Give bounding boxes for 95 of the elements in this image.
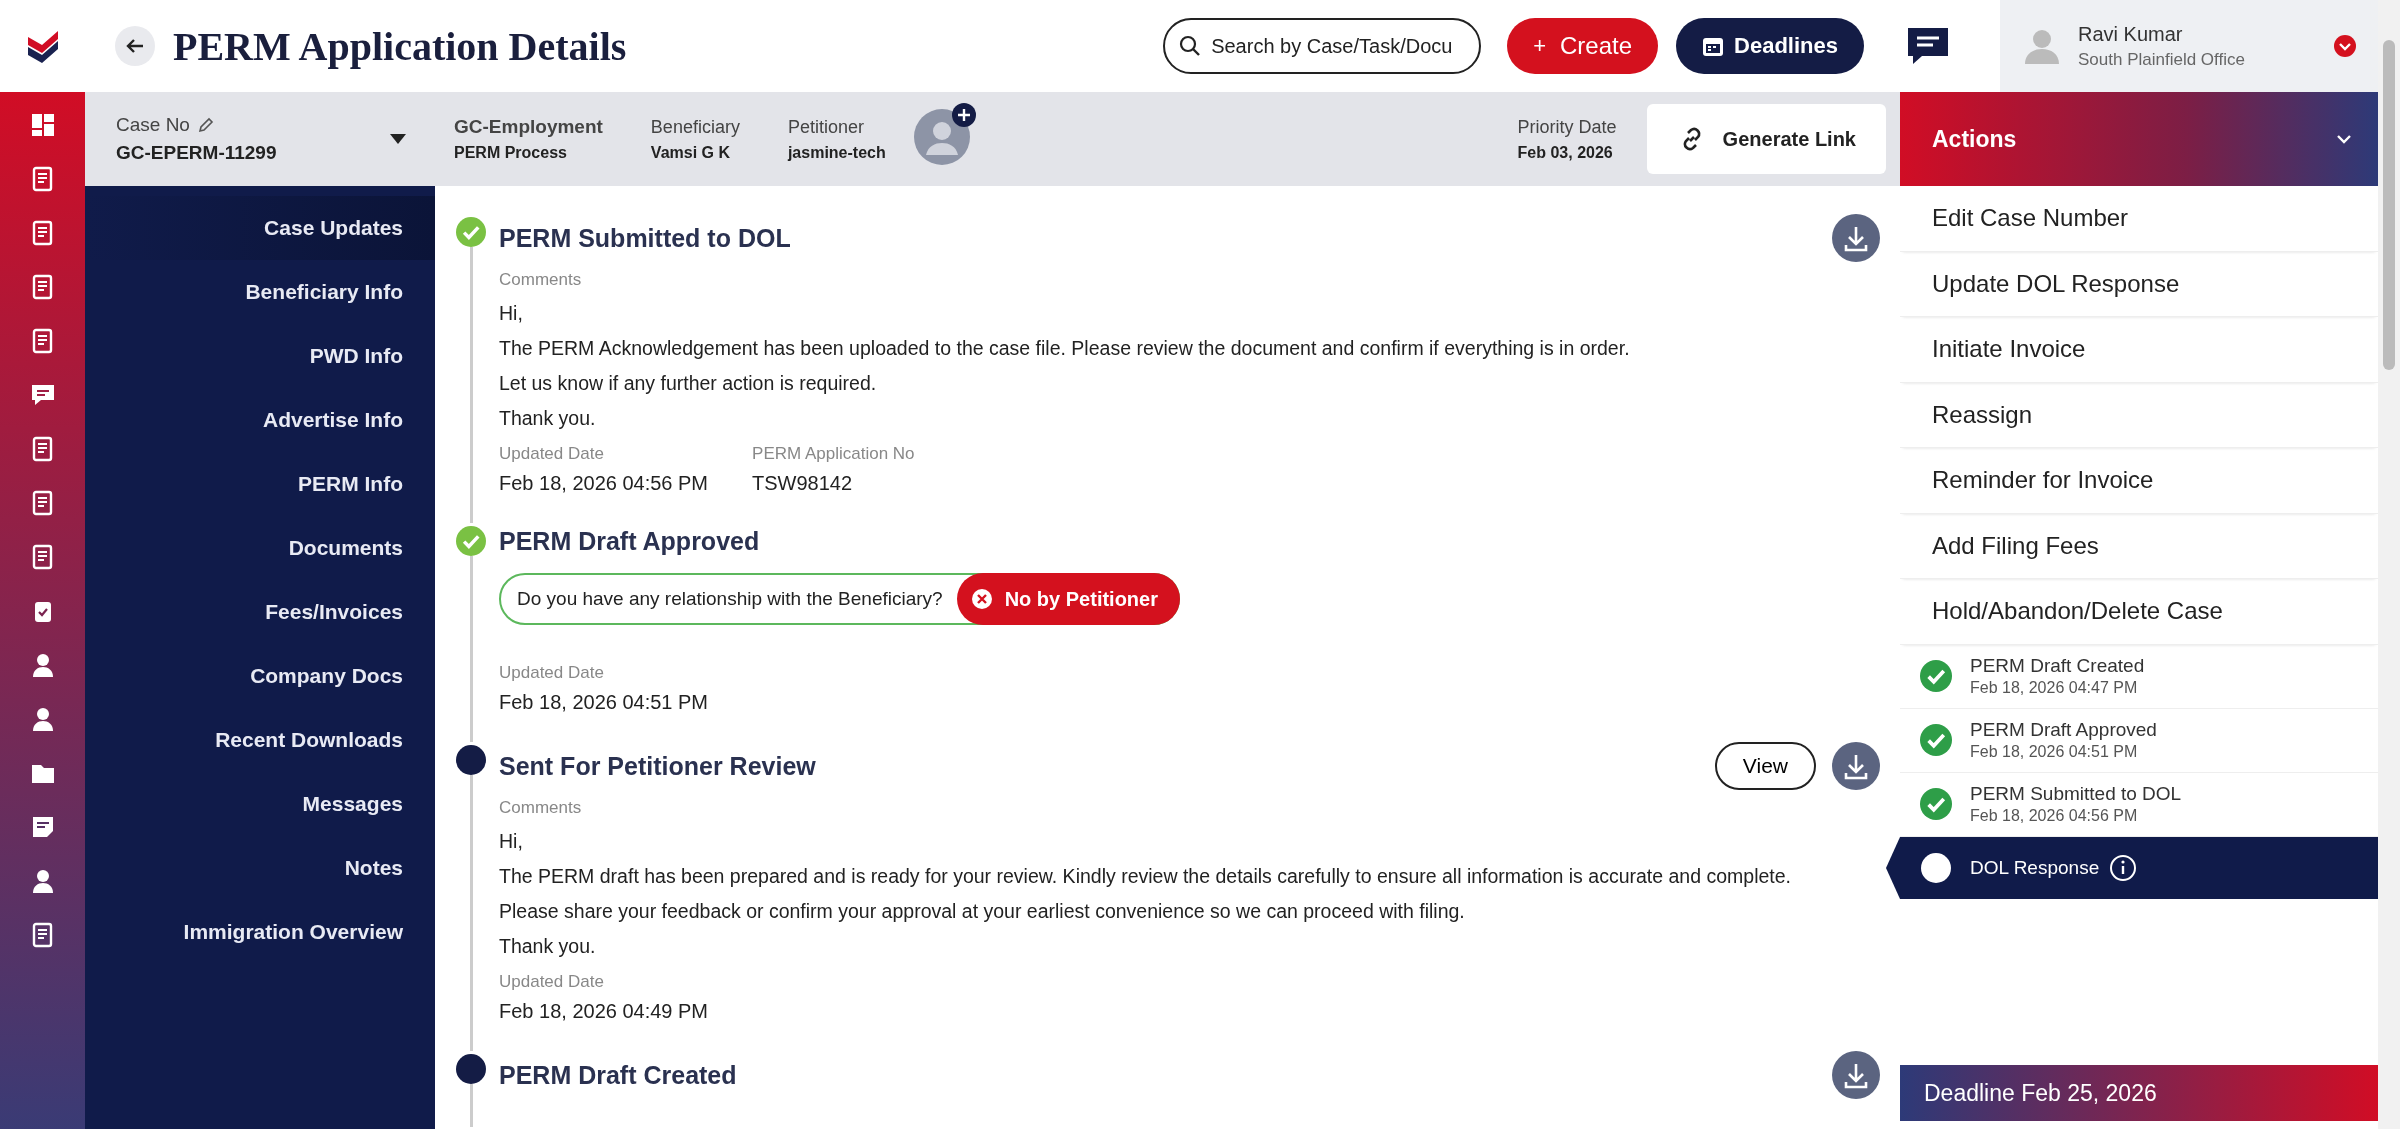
event-title: PERM Submitted to DOL [499, 223, 792, 253]
comment-text: Thank you. [499, 407, 597, 430]
sidebar-item[interactable]: PERM Info [85, 452, 435, 516]
step-title: PERM Submitted to DOL [1970, 783, 2182, 805]
step-title: PERM Draft Approved [1970, 719, 2157, 741]
scrollbar-thumb[interactable] [2383, 40, 2395, 370]
search-icon [1179, 35, 1202, 57]
field-label: Updated Date [499, 972, 605, 992]
download-icon[interactable] [1832, 1051, 1880, 1099]
view-button[interactable]: View [1714, 742, 1816, 790]
comment-text: The PERM Acknowledgement has been uploaded to the case file. Please review the document and confirm if everything is in order. [499, 337, 1631, 360]
logo-icon[interactable] [25, 29, 60, 63]
event-title: Sent For Petitioner Review [499, 751, 817, 781]
sidebar-item[interactable]: Documents [85, 516, 435, 580]
user-profile[interactable]: Ravi Kumar South Plainfield Office [2000, 0, 2378, 92]
comments-label: Comments [499, 798, 583, 818]
menu-item[interactable]: Edit Case Number [1900, 186, 2378, 252]
close-circle-icon [970, 588, 993, 610]
answer-badge: No by Petitioner [956, 573, 1180, 625]
dropdown-icon[interactable] [2334, 35, 2356, 57]
priority-date-label: Priority Date [1517, 116, 1617, 138]
comment-text: Hi, [499, 830, 524, 853]
field-value: Feb 18, 2026 04:51 PM [499, 691, 709, 714]
petitioner-name: jasmine-tech [787, 143, 886, 162]
field-label: PERM Application No [752, 444, 915, 464]
create-button[interactable]: + Create [1507, 18, 1659, 74]
progress-step[interactable]: PERM Submitted to DOL Feb 18, 2026 04:56 PM [1900, 772, 2378, 837]
add-icon[interactable] [951, 103, 976, 127]
menu-item[interactable]: Update DOL Response [1900, 251, 2378, 317]
sidebar-item[interactable]: Messages [85, 772, 435, 836]
download-icon[interactable] [1832, 742, 1880, 790]
progress-step[interactable]: PERM Draft Created Feb 18, 2026 04:47 PM [1900, 644, 2378, 709]
menu-item[interactable]: Reminder for Invoice [1900, 448, 2378, 514]
event-title: PERM Draft Approved [499, 526, 761, 556]
dashboard-icon[interactable] [29, 112, 56, 138]
comment-text: The PERM draft has been prepared and is ready for your review. Kindly review the details carefully to ensure all information is accurate and complete. [499, 865, 1792, 888]
sidebar-item[interactable]: Recent Downloads [85, 708, 435, 772]
user-name: Ravi Kumar [2078, 22, 2184, 46]
progress-step[interactable]: PERM Draft Approved Feb 18, 2026 04:51 PM [1900, 708, 2378, 773]
field-label: Updated Date [499, 663, 605, 683]
comment-text: Please share your feedback or confirm your approval at your earliest convenience so we can proceed with filing. [499, 900, 1466, 923]
sidebar-item[interactable]: Fees/Invoices [85, 580, 435, 644]
case-number-label: Case No [116, 114, 190, 136]
back-arrow-icon [125, 38, 145, 54]
comment-text: Let us know if any further action is required. [499, 372, 878, 395]
calendar-icon [1702, 35, 1725, 57]
question-text: Do you have any relationship with the Beneficiary? [517, 588, 943, 610]
menu-item[interactable]: Reassign [1900, 382, 2378, 448]
chat-icon[interactable] [29, 382, 56, 408]
step-date: Feb 18, 2026 04:51 PM [1970, 743, 2139, 761]
progress-step[interactable]: DOL Response [1886, 836, 2378, 899]
step-date: Feb 18, 2026 04:47 PM [1970, 679, 2139, 697]
comment-text: Hi, [499, 302, 524, 325]
menu-item[interactable]: Initiate Invoice [1900, 317, 2378, 383]
field-label: Updated Date [499, 444, 605, 464]
beneficiary-name: Vamsi G K [650, 143, 731, 162]
sidebar-item[interactable]: Immigration Overview [85, 900, 435, 964]
actions-header[interactable]: Actions [1900, 92, 2378, 186]
beneficiary-label: Beneficiary [650, 116, 740, 138]
chat-icon[interactable] [1906, 26, 1950, 66]
event-title: PERM Draft Created [499, 1060, 738, 1090]
avatar-icon [913, 109, 970, 165]
back-button[interactable] [115, 26, 155, 66]
sidebar-item[interactable]: Advertise Info [85, 388, 435, 452]
sidebar-item[interactable]: Beneficiary Info [85, 260, 435, 324]
search-field[interactable]: Search by Case/Task/Docu [1163, 18, 1482, 74]
step-title: DOL Response [1970, 856, 2100, 879]
pencil-icon[interactable] [197, 117, 214, 133]
case-type: GC-Employment [454, 116, 603, 138]
page-title: PERM Application Details [173, 22, 628, 70]
comments-label: Comments [499, 270, 583, 290]
generate-link-button[interactable]: Generate Link [1646, 104, 1886, 174]
menu-item[interactable]: Add Filing Fees [1900, 513, 2378, 579]
comment-text: Thank you. [499, 935, 597, 958]
deadlines-button[interactable]: Deadlines [1676, 18, 1864, 74]
deadline-banner: Deadline Feb 25, 2026 [1900, 1065, 2378, 1121]
sidebar-item[interactable]: PWD Info [85, 324, 435, 388]
case-number: GC-EPERM-11299 [116, 142, 277, 164]
sidebar-item[interactable]: Company Docs [85, 644, 435, 708]
step-date: Feb 18, 2026 04:56 PM [1970, 807, 2139, 825]
caret-icon[interactable] [390, 134, 406, 144]
pointer-notch [1886, 836, 1900, 899]
priority-date: Feb 03, 2026 [1517, 143, 1614, 162]
actions-title: Actions [1932, 125, 2017, 153]
download-icon[interactable] [1832, 214, 1880, 262]
step-title: PERM Draft Created [1970, 655, 2145, 677]
info-icon[interactable] [2109, 853, 2138, 882]
field-value: Feb 18, 2026 04:49 PM [499, 1000, 709, 1023]
petitioner-label: Petitioner [787, 116, 865, 138]
field-value: Feb 18, 2026 04:56 PM [499, 472, 709, 495]
sidebar-item[interactable]: Notes [85, 836, 435, 900]
user-office: South Plainfield Office [2078, 49, 2246, 70]
field-value: TSW98142 [752, 472, 854, 495]
process-name: PERM Process [454, 144, 568, 162]
menu-item[interactable]: Hold/Abandon/Delete Case [1900, 579, 2378, 645]
